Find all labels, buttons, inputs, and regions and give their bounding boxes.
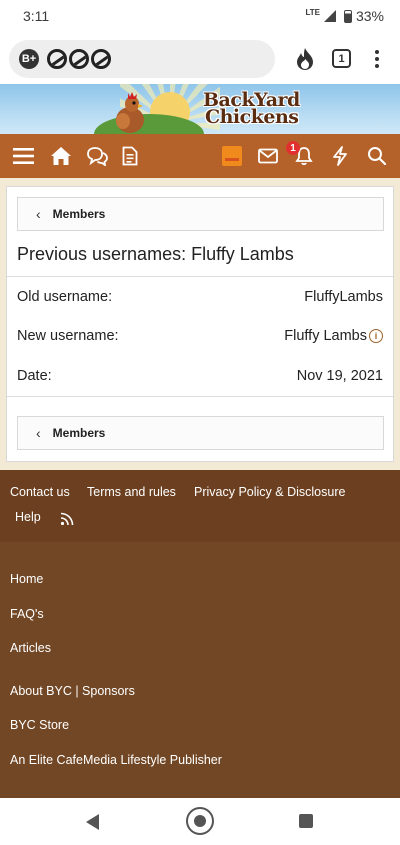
footer-publisher-link[interactable]: An Elite CafeMedia Lifestyle Publisher (10, 753, 222, 767)
site-logo[interactable]: BackYard Chickens (203, 91, 300, 128)
alerts-bell-icon[interactable]: 1 (286, 141, 314, 168)
brave-shield-icon[interactable]: B+ (19, 49, 39, 69)
footer-faq-link[interactable]: FAQ's (10, 607, 44, 621)
status-indicators: LTE 33% (305, 7, 384, 25)
overflow-menu-icon[interactable] (369, 47, 385, 71)
new-username-value[interactable]: Fluffy Lambs (284, 328, 367, 344)
terms-and-rules-link[interactable]: Terms and rules (87, 485, 176, 499)
date-label: Date: (17, 368, 52, 384)
footer-main: Home FAQ's Articles About BYC | Sponsors… (0, 542, 400, 798)
breadcrumb-top[interactable]: ‹ Members (17, 197, 384, 231)
whats-new-bolt-icon[interactable] (332, 144, 348, 168)
alert-count-badge: 1 (286, 141, 300, 155)
rss-icon[interactable] (60, 512, 74, 531)
inbox-icon[interactable] (258, 144, 278, 168)
burn-flame-icon[interactable] (292, 46, 318, 72)
byc-shop-icon[interactable] (222, 144, 242, 168)
home-button-icon[interactable] (186, 807, 214, 835)
new-username-value-group: Fluffy Lambs i (284, 328, 383, 344)
date-row: Date: Nov 19, 2021 (17, 364, 383, 388)
footer-store-link[interactable]: BYC Store (10, 718, 69, 732)
page-title: Previous usernames: Fluffy Lambs (17, 244, 294, 264)
old-username-row: Old username: FluffyLambs (17, 285, 383, 309)
browser-toolbar: B+ 1 (0, 34, 400, 84)
forum-nav-bar: 1 (0, 134, 400, 178)
chevron-left-icon: ‹ (36, 425, 41, 441)
home-icon[interactable] (50, 144, 72, 168)
status-bar: 3:11 LTE 33% (0, 0, 400, 34)
url-redacted-icon (47, 49, 111, 69)
breadcrumb-members-link[interactable]: Members (53, 207, 106, 221)
footer-about-link[interactable]: About BYC | Sponsors (10, 684, 135, 698)
forums-icon[interactable] (86, 144, 108, 168)
chevron-left-icon: ‹ (36, 206, 41, 222)
signal-icon (323, 10, 336, 22)
chicken-mascot-icon (116, 92, 144, 133)
status-time: 3:11 (23, 8, 50, 24)
battery-icon (343, 9, 352, 23)
back-icon[interactable] (86, 814, 99, 830)
network-type: LTE (305, 7, 320, 17)
new-username-row: New username: Fluffy Lambs i (17, 324, 383, 348)
hamburger-menu-icon[interactable] (13, 144, 34, 168)
help-link[interactable]: Help (15, 510, 41, 524)
contact-us-link[interactable]: Contact us (10, 485, 70, 499)
android-nav-bar (0, 798, 400, 845)
breadcrumb-bottom[interactable]: ‹ Members (17, 416, 384, 450)
search-icon[interactable] (367, 144, 387, 168)
rows-divider (7, 396, 393, 397)
footer-home-link[interactable]: Home (10, 572, 43, 586)
old-username-value: FluffyLambs (304, 289, 383, 305)
address-bar[interactable]: B+ (9, 40, 275, 78)
breadcrumb-members-link-bottom[interactable]: Members (53, 426, 106, 440)
tab-switcher-button[interactable]: 1 (332, 49, 351, 68)
date-value: Nov 19, 2021 (296, 368, 383, 384)
old-username-label: Old username: (17, 289, 113, 305)
title-divider (7, 276, 393, 277)
logo-line-2: Chickens (205, 106, 299, 128)
info-icon[interactable]: i (369, 329, 383, 343)
new-username-label: New username: (17, 328, 119, 344)
footer-articles-link[interactable]: Articles (10, 641, 51, 655)
footer-links-bar: Contact us Terms and rules Privacy Polic… (0, 470, 400, 542)
recents-icon[interactable] (299, 814, 313, 828)
battery-level: 33% (355, 8, 384, 24)
username-history-card: ‹ Members Previous usernames: Fluffy Lam… (6, 186, 394, 462)
privacy-policy-link[interactable]: Privacy Policy & Disclosure (194, 485, 345, 499)
site-banner[interactable]: BackYard Chickens (0, 84, 400, 134)
articles-icon[interactable] (122, 144, 138, 168)
